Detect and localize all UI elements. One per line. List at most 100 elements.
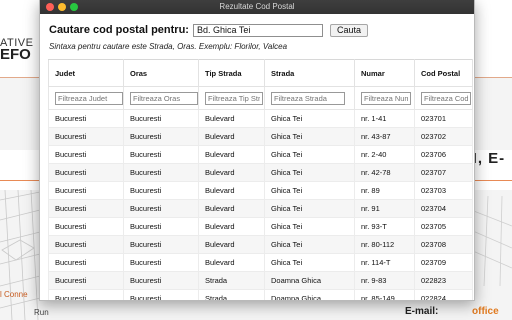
email-label: E-mail:	[405, 306, 439, 317]
cell-tip-strada: Bulevard	[198, 253, 265, 272]
cell-judet: Bucuresti	[48, 271, 124, 290]
table-header-row: Judet Oras Tip Strada Strada Numar Cod P…	[48, 59, 473, 87]
cell-strada: Ghica Tei	[264, 217, 355, 236]
cell-numar: nr. 80-112	[354, 235, 415, 254]
cell-tip-strada: Bulevard	[198, 145, 265, 164]
cell-oras: Bucuresti	[123, 271, 199, 290]
cell-cod-postal: 023703	[414, 181, 473, 200]
column-header-strada[interactable]: Strada	[264, 59, 355, 87]
search-button[interactable]: Cauta	[329, 23, 368, 37]
cell-strada: Ghica Tei	[264, 145, 355, 164]
cell-judet: Bucuresti	[48, 127, 124, 146]
email-link[interactable]: office	[472, 306, 499, 317]
cell-tip-strada: Bulevard	[198, 127, 265, 146]
cell-oras: Bucuresti	[123, 199, 199, 218]
cell-oras: Bucuresti	[123, 181, 199, 200]
cell-strada: Doamna Ghica	[264, 271, 355, 290]
filter-judet-input[interactable]	[55, 91, 123, 105]
table-row[interactable]: Bucuresti Bucuresti Bulevard Ghica Tei nr. 1…	[48, 253, 473, 272]
filter-oras-input[interactable]	[130, 91, 198, 105]
close-window-icon[interactable]	[46, 3, 54, 11]
cell-tip-strada: Bulevard	[198, 163, 265, 182]
cell-oras: Bucuresti	[123, 145, 199, 164]
background-caption: Run	[34, 308, 49, 317]
cell-tip-strada: Bulevard	[198, 199, 265, 218]
column-header-cod-postal[interactable]: Cod Postal	[414, 59, 473, 87]
table-row[interactable]: Bucuresti Bucuresti Bulevard Ghica Tei nr. 2…	[48, 145, 473, 164]
table-row[interactable]: Bucuresti Bucuresti Strada Doamna Ghica nr. …	[48, 289, 473, 300]
cell-judet: Bucuresti	[48, 163, 124, 182]
filter-numar-input[interactable]	[361, 91, 411, 105]
cell-strada: Ghica Tei	[264, 163, 355, 182]
cell-judet: Bucuresti	[48, 145, 124, 164]
cell-strada: Ghica Tei	[264, 199, 355, 218]
cell-judet: Bucuresti	[48, 217, 124, 236]
column-header-judet[interactable]: Judet	[48, 59, 124, 87]
cell-numar: nr. 2-40	[354, 145, 415, 164]
cell-oras: Bucuresti	[123, 253, 199, 272]
filter-strada-input[interactable]	[271, 91, 345, 105]
cell-numar: nr. 93-T	[354, 217, 415, 236]
filter-row	[48, 86, 473, 110]
cell-oras: Bucuresti	[123, 163, 199, 182]
cell-cod-postal: 023705	[414, 217, 473, 236]
cell-strada: Ghica Tei	[264, 235, 355, 254]
cell-strada: Ghica Tei	[264, 181, 355, 200]
search-label: Cautare cod postal pentru:	[49, 24, 189, 36]
table-row[interactable]: Bucuresti Bucuresti Bulevard Ghica Tei nr. 9…	[48, 199, 473, 218]
cell-cod-postal: 022823	[414, 271, 473, 290]
cell-cod-postal: 023704	[414, 199, 473, 218]
cell-cod-postal: 023707	[414, 163, 473, 182]
minimize-window-icon[interactable]	[58, 3, 66, 11]
table-row[interactable]: Bucuresti Bucuresti Bulevard Ghica Tei nr. 9…	[48, 217, 473, 236]
postal-code-results-window: Rezultate Cod Postal Cautare cod postal …	[39, 0, 475, 301]
background-left-heading: EFO	[0, 46, 31, 63]
table-row[interactable]: Bucuresti Bucuresti Bulevard Ghica Tei nr. 1…	[48, 109, 473, 128]
cell-oras: Bucuresti	[123, 235, 199, 254]
cell-cod-postal: 022824	[414, 289, 473, 300]
filter-cod-postal-input[interactable]	[421, 91, 471, 105]
table-row[interactable]: Bucuresti Bucuresti Bulevard Ghica Tei nr. 4…	[48, 127, 473, 146]
column-header-oras[interactable]: Oras	[123, 59, 199, 87]
cell-tip-strada: Strada	[198, 289, 265, 300]
cell-numar: nr. 91	[354, 199, 415, 218]
cell-oras: Bucuresti	[123, 127, 199, 146]
filter-tip-strada-input[interactable]	[205, 91, 263, 105]
cell-oras: Bucuresti	[123, 289, 199, 300]
cell-numar: nr. 43-87	[354, 127, 415, 146]
cell-strada: Ghica Tei	[264, 109, 355, 128]
column-header-tip-strada[interactable]: Tip Strada	[198, 59, 265, 87]
cell-judet: Bucuresti	[48, 181, 124, 200]
table-row[interactable]: Bucuresti Bucuresti Strada Doamna Ghica nr. …	[48, 271, 473, 290]
cell-judet: Bucuresti	[48, 253, 124, 272]
cell-cod-postal: 023706	[414, 145, 473, 164]
maximize-window-icon[interactable]	[70, 3, 78, 11]
cell-judet: Bucuresti	[48, 289, 124, 300]
table-row[interactable]: Bucuresti Bucuresti Bulevard Ghica Tei nr. 8…	[48, 181, 473, 200]
search-input[interactable]	[192, 23, 323, 37]
cell-numar: nr. 114-T	[354, 253, 415, 272]
cell-tip-strada: Bulevard	[198, 217, 265, 236]
results-table-container[interactable]: Judet Oras Tip Strada Strada Numar Cod P…	[48, 59, 474, 300]
cell-tip-strada: Bulevard	[198, 181, 265, 200]
background-link[interactable]: l Conne	[0, 290, 28, 299]
cell-cod-postal: 023702	[414, 127, 473, 146]
cell-tip-strada: Bulevard	[198, 235, 265, 254]
cell-judet: Bucuresti	[48, 235, 124, 254]
table-row[interactable]: Bucuresti Bucuresti Bulevard Ghica Tei nr. 4…	[48, 163, 473, 182]
cell-tip-strada: Strada	[198, 271, 265, 290]
cell-cod-postal: 023701	[414, 109, 473, 128]
cell-oras: Bucuresti	[123, 217, 199, 236]
cell-numar: nr. 42-78	[354, 163, 415, 182]
window-titlebar[interactable]: Rezultate Cod Postal	[40, 0, 474, 14]
cell-strada: Ghica Tei	[264, 253, 355, 272]
cell-oras: Bucuresti	[123, 109, 199, 128]
table-row[interactable]: Bucuresti Bucuresti Bulevard Ghica Tei nr. 8…	[48, 235, 473, 254]
cell-judet: Bucuresti	[48, 199, 124, 218]
cell-cod-postal: 023709	[414, 253, 473, 272]
column-header-numar[interactable]: Numar	[354, 59, 415, 87]
cell-strada: Ghica Tei	[264, 127, 355, 146]
cell-cod-postal: 023708	[414, 235, 473, 254]
cell-judet: Bucuresti	[48, 109, 124, 128]
search-bar: Cautare cod postal pentru: Cauta	[49, 23, 368, 37]
